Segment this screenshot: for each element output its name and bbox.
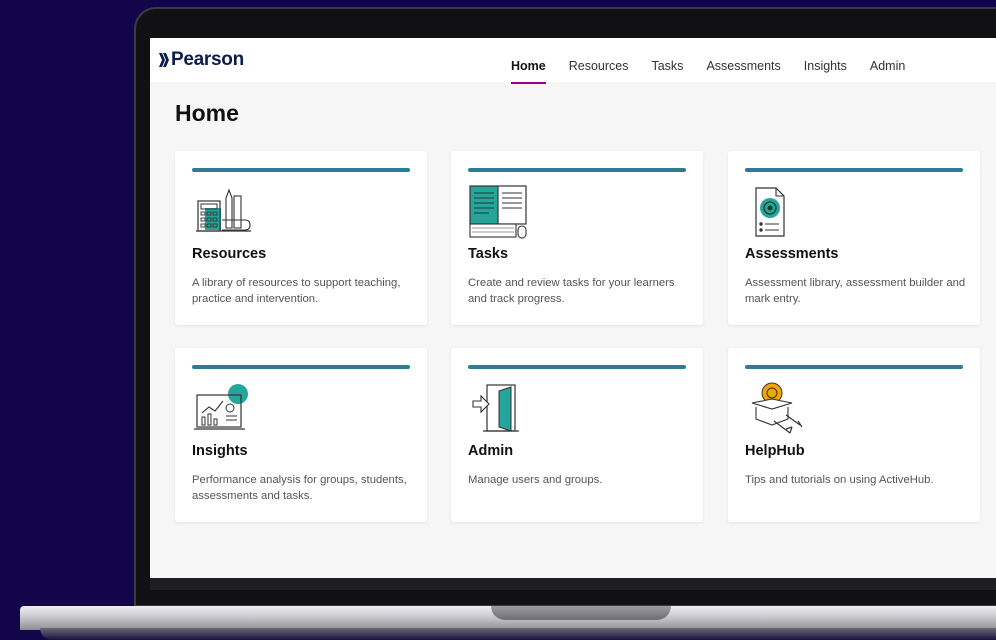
pearson-logo[interactable]: Pearson [158, 48, 244, 72]
card-tasks[interactable]: Tasks Create and review tasks for your l… [451, 151, 703, 325]
card-accent-bar [192, 365, 410, 369]
card-description: Create and review tasks for your learner… [468, 277, 675, 305]
analytics-dashboard-icon [194, 384, 248, 430]
top-navigation-bar: Pearson Home Resources Tasks Assessments… [150, 38, 996, 84]
main-nav: Home Resources Tasks Assessments Insight… [511, 38, 928, 84]
card-accent-bar [745, 168, 963, 172]
card-description: A library of resources to support teachi… [192, 277, 401, 305]
card-title: Tasks [468, 246, 509, 262]
help-box-tools-icon [751, 382, 803, 434]
app-screen: Pearson Home Resources Tasks Assessments… [150, 38, 996, 578]
card-admin[interactable]: Admin Manage users and groups. [451, 348, 703, 522]
card-title: Resources [192, 246, 267, 262]
card-accent-bar [745, 365, 963, 369]
nav-tab-resources[interactable]: Resources [569, 38, 629, 82]
card-accent-bar [468, 365, 686, 369]
laptop-notch [491, 606, 671, 620]
laptop-base-shadow [40, 628, 996, 640]
card-title: HelpHub [745, 443, 805, 459]
card-title: Assessments [745, 246, 839, 262]
book-keyboard-icon [469, 185, 527, 239]
card-assessments[interactable]: Assessments Assessment library, assessme… [728, 151, 980, 325]
card-description: Manage users and groups. [468, 474, 603, 486]
page-title: Home [175, 100, 239, 126]
card-description: Performance analysis for groups, student… [192, 474, 407, 502]
card-title: Insights [192, 443, 248, 459]
pearson-logo-mark-icon [159, 53, 169, 67]
card-description: Assessment library, assessment builder a… [745, 277, 966, 305]
card-description: Tips and tutorials on using ActiveHub. [745, 474, 934, 486]
assessment-document-icon [755, 187, 785, 237]
card-resources[interactable]: Resources A library of resources to supp… [175, 151, 427, 325]
nav-tab-insights[interactable]: Insights [804, 38, 847, 82]
nav-tab-tasks[interactable]: Tasks [651, 38, 683, 82]
laptop-bezel-bottom [150, 578, 996, 590]
nav-tab-assessments[interactable]: Assessments [706, 38, 780, 82]
card-accent-bar [192, 168, 410, 172]
card-accent-bar [468, 168, 686, 172]
nav-tab-admin[interactable]: Admin [870, 38, 905, 82]
door-arrow-icon [472, 384, 519, 432]
nav-tab-home[interactable]: Home [511, 38, 546, 84]
card-title: Admin [468, 443, 514, 459]
calculator-stationery-icon [196, 188, 251, 232]
card-insights[interactable]: Insights Performance analysis for groups… [175, 348, 427, 522]
logo-text: Pearson [171, 49, 244, 70]
card-helphub[interactable]: HelpHub Tips and tutorials on using Acti… [728, 348, 980, 522]
